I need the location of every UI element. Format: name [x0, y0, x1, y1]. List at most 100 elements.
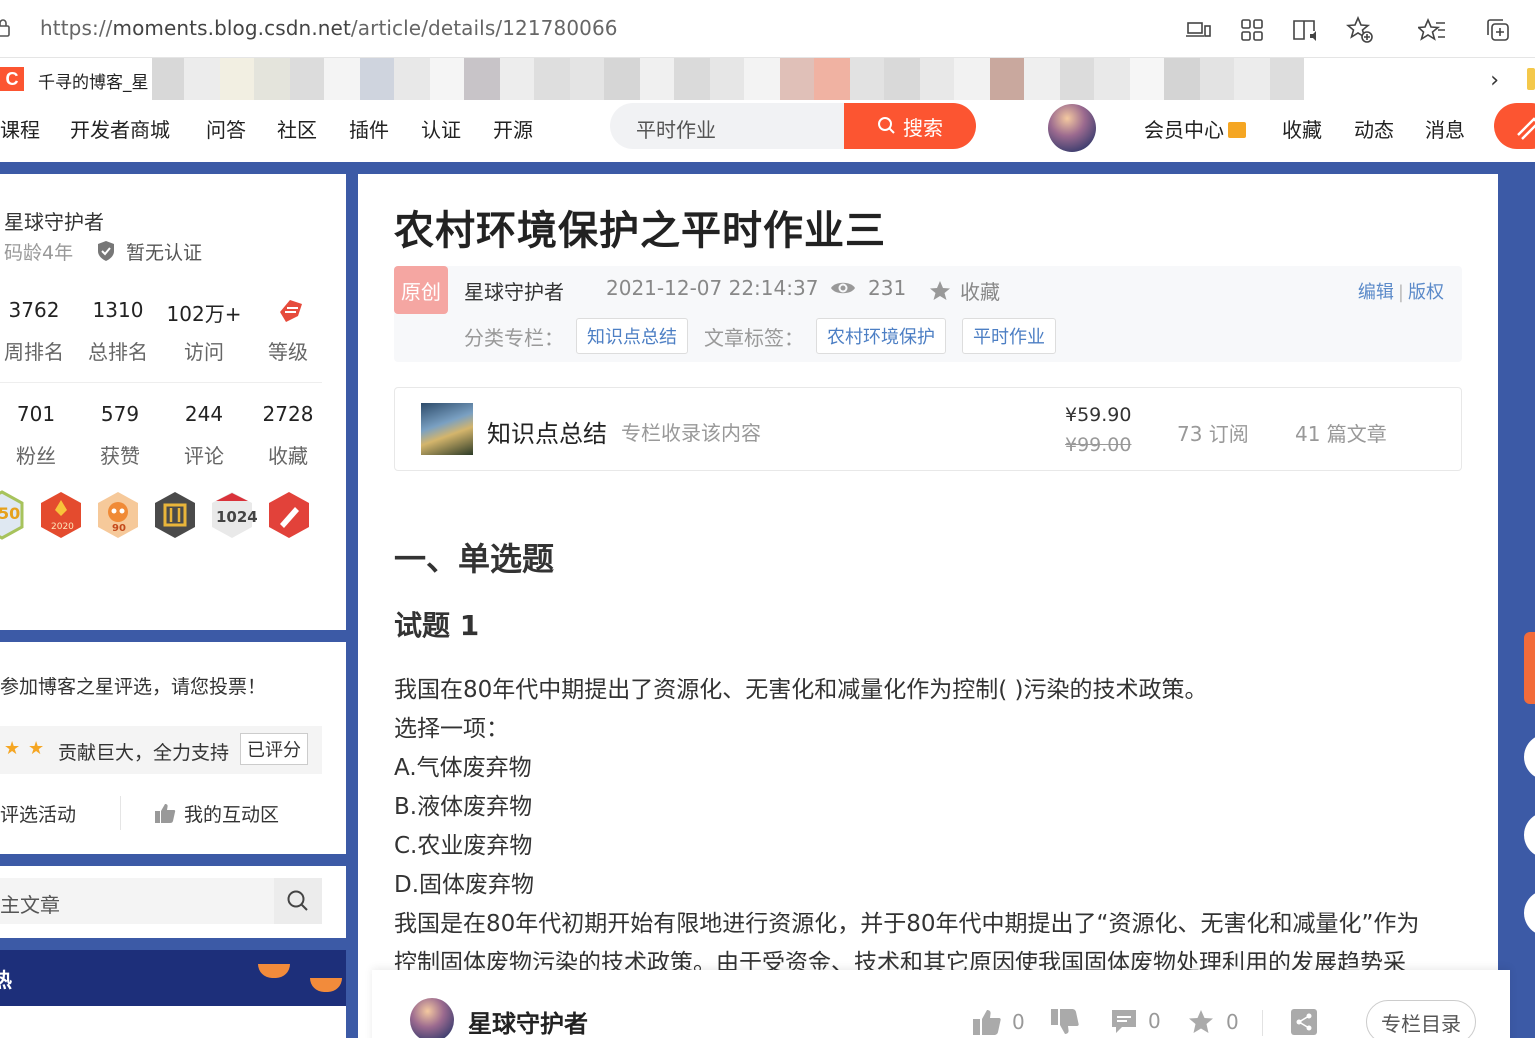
question-heading: 试题 1: [394, 609, 480, 642]
read-aloud-icon[interactable]: [1290, 14, 1322, 46]
dislike-button[interactable]: [1050, 1008, 1080, 1036]
like-button[interactable]: 0: [972, 1008, 1025, 1036]
user-avatar[interactable]: [1048, 104, 1096, 152]
hot-articles-header: 热: [0, 950, 346, 1006]
divider: [0, 382, 322, 383]
search-button-label: 搜索: [903, 115, 943, 140]
lock-icon[interactable]: [0, 18, 12, 38]
column-catalog-button[interactable]: 专栏目录: [1366, 1000, 1476, 1038]
favorites-icon[interactable]: [1416, 14, 1448, 46]
search-input[interactable]: 平时作业: [636, 114, 716, 143]
category-tag[interactable]: 知识点总结: [576, 318, 688, 354]
nav-link-qa[interactable]: 问答: [206, 114, 246, 143]
stat-likes-num[interactable]: 579: [80, 402, 160, 426]
star-icon: [1189, 1010, 1213, 1033]
rating-box: ★ ★ 贡献巨大，全力支持 已评分: [0, 726, 322, 774]
divider: [120, 796, 121, 830]
vote-card: 参加博客之星评选，请您投票！ ★ ★ 贡献巨大，全力支持 已评分 评选活动 我的…: [0, 642, 346, 854]
nav-link-cert[interactable]: 认证: [421, 114, 461, 143]
blog-search-input[interactable]: 主文章: [0, 878, 274, 924]
nav-link-favorites[interactable]: 收藏: [1282, 114, 1322, 143]
nav-link-feed[interactable]: 动态: [1354, 114, 1394, 143]
search-button[interactable]: 搜索: [844, 103, 976, 149]
article-author[interactable]: 星球守护者: [464, 276, 564, 305]
article-paragraph: 我国是在80年代初期开始有限地进行资源化，并于80年代中期提出了“资源化、无害化…: [394, 911, 1420, 937]
stat-week-rank-num[interactable]: 3762: [0, 298, 74, 322]
badge-pen-icon[interactable]: [265, 490, 313, 540]
nav-link-opensource[interactable]: 开源: [493, 114, 533, 143]
favorite-toolbar-button[interactable]: 0: [1186, 1008, 1239, 1036]
add-favorite-icon[interactable]: [1344, 14, 1376, 46]
comment-icon: [1112, 1010, 1136, 1033]
favorite-count: 0: [1226, 1010, 1239, 1034]
badge-dark-icon[interactable]: [151, 490, 199, 540]
address-bar: https://moments.blog.csdn.net/article/de…: [0, 0, 1535, 58]
side-promo-icon[interactable]: [1524, 632, 1535, 704]
chevron-right-icon[interactable]: ›: [1490, 68, 1499, 93]
stat-likes-label: 获赞: [100, 444, 140, 468]
star-icon: ★: [28, 738, 45, 759]
folder-icon[interactable]: [1527, 68, 1535, 90]
article-tag[interactable]: 平时作业: [962, 318, 1056, 354]
comment-button[interactable]: 0: [1110, 1008, 1161, 1034]
tags-label: 文章标签：: [704, 326, 804, 350]
article-tag[interactable]: 农村环境保护: [816, 318, 946, 354]
shield-icon: [96, 240, 116, 266]
url-scheme: https://: [40, 16, 113, 40]
column-desc: 专栏收录该内容: [621, 421, 761, 445]
url-host: moments.blog.csdn.net: [112, 16, 351, 40]
badge-1024-icon[interactable]: 1024: [208, 490, 258, 540]
search-icon: [287, 890, 308, 911]
toolbar-author[interactable]: 星球守护者: [468, 1004, 588, 1038]
column-card[interactable]: 知识点总结 专栏收录该内容 ¥59.90 ¥99.00 73 订阅 41 篇文章: [394, 387, 1462, 471]
write-button[interactable]: [1494, 103, 1535, 149]
column-name[interactable]: 知识点总结: [487, 414, 607, 449]
badge-2020-icon[interactable]: 2020: [37, 490, 85, 540]
copyright-link[interactable]: 版权: [1408, 282, 1444, 303]
stat-fans-num[interactable]: 701: [0, 402, 76, 426]
edit-links: 编辑 | 版权: [1357, 282, 1444, 303]
url-field[interactable]: https://moments.blog.csdn.net/article/de…: [40, 16, 618, 40]
share-button[interactable]: [1290, 1008, 1318, 1036]
nav-link-messages[interactable]: 消息: [1425, 114, 1465, 143]
level-icon[interactable]: [276, 298, 304, 328]
author-avatar[interactable]: [410, 998, 454, 1038]
rating-text: 贡献巨大，全力支持: [58, 742, 230, 764]
nav-link-plugins[interactable]: 插件: [349, 114, 389, 143]
stat-visits-num[interactable]: 102万+: [164, 298, 244, 327]
nav-link-mall[interactable]: 开发者商城: [70, 114, 170, 143]
stat-favs-num[interactable]: 2728: [248, 402, 328, 426]
stat-total-rank-num[interactable]: 1310: [78, 298, 158, 322]
nav-link-vip[interactable]: 会员中心: [1144, 114, 1246, 143]
nav-link-courses[interactable]: 课程: [0, 114, 40, 143]
grid-icon[interactable]: [1236, 14, 1268, 46]
rated-button[interactable]: 已评分: [240, 733, 308, 765]
device-icon[interactable]: [1182, 14, 1214, 46]
edit-link[interactable]: 编辑: [1358, 282, 1394, 303]
column-old-price: ¥99.00: [1065, 434, 1132, 456]
nav-link-community[interactable]: 社区: [277, 114, 317, 143]
favorite-label: 收藏: [960, 280, 1000, 304]
favorite-button[interactable]: 收藏: [928, 276, 1000, 305]
star-icon: [930, 280, 950, 300]
hot-articles-title: 热: [0, 968, 12, 992]
collections-icon[interactable]: [1482, 14, 1514, 46]
badge-90-icon[interactable]: 90: [94, 490, 142, 540]
favorite-item-title[interactable]: 千寻的博客_星: [38, 68, 149, 93]
blog-search-button[interactable]: [274, 878, 322, 924]
thumb-up-icon: [154, 802, 176, 828]
profile-card: 星球守护者 码龄4年 暂无认证 3762 1310 102万+ 周排名 总排名 …: [0, 174, 346, 630]
my-interact-link[interactable]: 我的互动区: [184, 800, 279, 827]
like-count: 0: [1012, 1010, 1025, 1034]
section-heading: 一、单选题: [394, 540, 555, 578]
csdn-logo-icon[interactable]: C: [0, 67, 24, 91]
hot-articles-list: [0, 1006, 346, 1038]
stat-visits-label: 访问: [184, 340, 224, 364]
article-paragraph: A.气体废弃物: [394, 755, 532, 781]
vote-activity-link[interactable]: 评选活动: [0, 800, 76, 827]
profile-name[interactable]: 星球守护者: [4, 206, 104, 235]
badge-50-icon[interactable]: 50: [0, 490, 26, 540]
category-label: 分类专栏：: [464, 326, 564, 350]
stat-comments-num[interactable]: 244: [164, 402, 244, 426]
vip-label: 会员中心: [1144, 118, 1224, 142]
